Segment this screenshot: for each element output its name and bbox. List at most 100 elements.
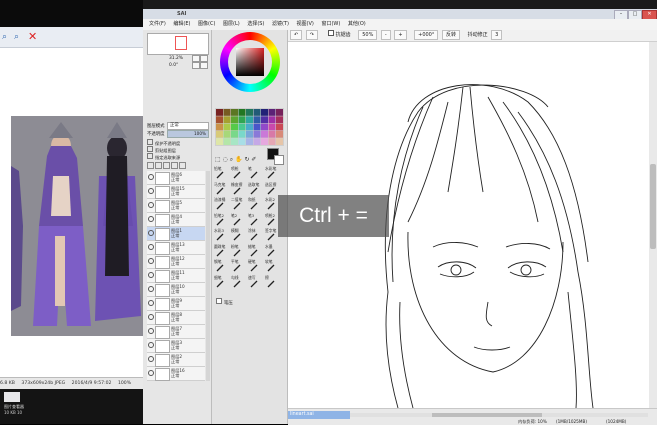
brush-cell[interactable]: 硬笔 [248, 259, 260, 273]
file-tab[interactable]: lineart.sai [288, 411, 350, 419]
visibility-eye-icon[interactable] [148, 216, 154, 222]
palette-swatch[interactable] [276, 138, 283, 145]
brush-cell[interactable]: 平笔 [231, 259, 243, 273]
layer-row[interactable]: 图层3 正常 [147, 339, 205, 353]
layer-row-selected[interactable]: 图层1 正常 [147, 227, 205, 241]
palette-swatch[interactable] [231, 130, 238, 138]
visibility-eye-icon[interactable] [148, 244, 154, 250]
palette-swatch[interactable] [253, 130, 261, 138]
brush-cell[interactable]: 二值笔 [231, 197, 243, 211]
brush-cell[interactable]: 模糊 [231, 228, 243, 242]
brush-cell[interactable]: 涂抹 [248, 228, 260, 242]
layer-row[interactable]: 图层10 正常 [147, 283, 205, 297]
brush-cell[interactable]: 和纸 [248, 197, 260, 211]
brush-cell[interactable]: 选区擦 [265, 182, 277, 196]
navigator-angle[interactable]: 0.0° [169, 63, 178, 68]
new-layer-button[interactable] [147, 162, 154, 169]
brush-cell[interactable]: 水彩3 [214, 228, 226, 242]
menu-view[interactable]: 视图(V) [297, 19, 314, 30]
antialias-checkbox[interactable]: 抗锯齿 [327, 30, 351, 38]
brush-cell[interactable]: 油漆桶 [214, 197, 226, 211]
brush-cell[interactable]: 喷枪 [231, 166, 243, 180]
palette-swatch[interactable] [231, 138, 238, 145]
palette-swatch[interactable] [246, 123, 253, 131]
brush-cell[interactable]: 喷枪2 [265, 213, 277, 227]
palette-swatch[interactable] [216, 130, 223, 138]
palette-swatch[interactable] [246, 109, 253, 116]
canvas-vertical-scrollbar[interactable] [649, 42, 657, 408]
palette-swatch[interactable] [276, 109, 283, 116]
palette-swatch[interactable] [223, 130, 231, 138]
color-square[interactable] [236, 48, 264, 76]
undo-button[interactable]: ↶ [290, 30, 303, 40]
visibility-eye-icon[interactable] [148, 258, 154, 264]
secondary-color-swatch[interactable] [274, 155, 284, 165]
zoom-field[interactable]: 50% [358, 30, 378, 40]
palette-swatch[interactable] [246, 116, 253, 124]
layer-row[interactable]: 图层4 正常 [147, 213, 205, 227]
palette-swatch[interactable] [231, 123, 238, 131]
navigator-viewport[interactable] [175, 36, 187, 50]
canvas-vertical-scroll-thumb[interactable] [650, 164, 656, 249]
desktop-file-icon[interactable] [4, 392, 20, 402]
brush-cell[interactable]: 勾线 [231, 275, 243, 289]
visibility-eye-icon[interactable] [148, 356, 154, 362]
new-folder-button[interactable] [155, 162, 162, 169]
visibility-eye-icon[interactable] [148, 286, 154, 292]
menu-filter[interactable]: 滤镜(T) [272, 19, 289, 30]
palette-swatch[interactable] [253, 123, 261, 131]
delete-icon[interactable]: ✕ [28, 31, 38, 43]
delete-layer-button[interactable] [179, 162, 186, 169]
brush-cell[interactable]: 铅笔2 [214, 213, 226, 227]
navigator-zoom[interactable]: 31.2% [169, 56, 183, 61]
menu-select[interactable]: 选择(S) [247, 19, 264, 30]
palette-swatch[interactable] [276, 116, 283, 124]
layer-row[interactable]: 图层6 正常 [147, 171, 205, 185]
zoom-in-icon[interactable]: ⌕ [2, 32, 12, 42]
hand-icon[interactable]: ✋ [235, 156, 242, 163]
brush-cell[interactable]: 笔3 [248, 213, 260, 227]
stabilizer-select[interactable]: 3 [491, 30, 503, 40]
zoom-out-icon[interactable]: ⌕ [14, 32, 24, 42]
palette-swatch[interactable] [246, 130, 253, 138]
layer-row[interactable]: 图层7 正常 [147, 325, 205, 339]
selection-rect-icon[interactable]: ⬚ [215, 156, 221, 163]
palette-swatch[interactable] [223, 116, 231, 124]
palette-swatch[interactable] [276, 123, 283, 131]
brush-cell[interactable]: 水彩笔 [265, 166, 277, 180]
zoom-minus-button[interactable]: - [380, 30, 391, 40]
zoom-out-button[interactable] [200, 55, 208, 62]
palette-swatch[interactable] [261, 123, 268, 131]
brush-cell[interactable]: 水墨 [265, 244, 277, 258]
zoom-in-button[interactable] [192, 55, 200, 62]
palette-swatch[interactable] [268, 138, 276, 145]
palette-swatch[interactable] [238, 123, 246, 131]
brush-cell[interactable]: 软笔 [265, 259, 277, 273]
menu-other[interactable]: 其他(O) [348, 19, 366, 30]
color-wheel[interactable] [220, 32, 280, 92]
palette-swatch[interactable] [223, 109, 231, 116]
magnifier-icon[interactable]: ⌕ [230, 156, 233, 163]
layer-row[interactable]: 图层2 正常 [147, 353, 205, 367]
palette-swatch[interactable] [216, 123, 223, 131]
palette-swatch[interactable] [238, 116, 246, 124]
blend-mode-select[interactable]: 正常 [167, 122, 209, 130]
rotate-right-button[interactable] [200, 62, 208, 69]
rotate-icon[interactable]: ↻ [244, 156, 249, 163]
layer-row[interactable]: 图层16 正常 [147, 367, 205, 381]
palette-swatch[interactable] [261, 130, 268, 138]
brush-cell[interactable]: 橡皮擦 [231, 182, 243, 196]
angle-field[interactable]: +000° [414, 30, 439, 40]
layer-row[interactable]: 图层8 正常 [147, 311, 205, 325]
brush-cell[interactable]: 签字笔 [265, 228, 277, 242]
palette-swatch[interactable] [253, 116, 261, 124]
palette-swatch[interactable] [216, 138, 223, 145]
palette-swatch[interactable] [223, 138, 231, 145]
flip-button[interactable]: 反转 [441, 30, 460, 40]
visibility-eye-icon[interactable] [148, 202, 154, 208]
menu-image[interactable]: 图像(C) [198, 19, 215, 30]
visibility-eye-icon[interactable] [148, 300, 154, 306]
brush-cell[interactable]: 笔2 [231, 213, 243, 227]
layer-row[interactable]: 图层13 正常 [147, 241, 205, 255]
palette-swatch[interactable] [261, 116, 268, 124]
